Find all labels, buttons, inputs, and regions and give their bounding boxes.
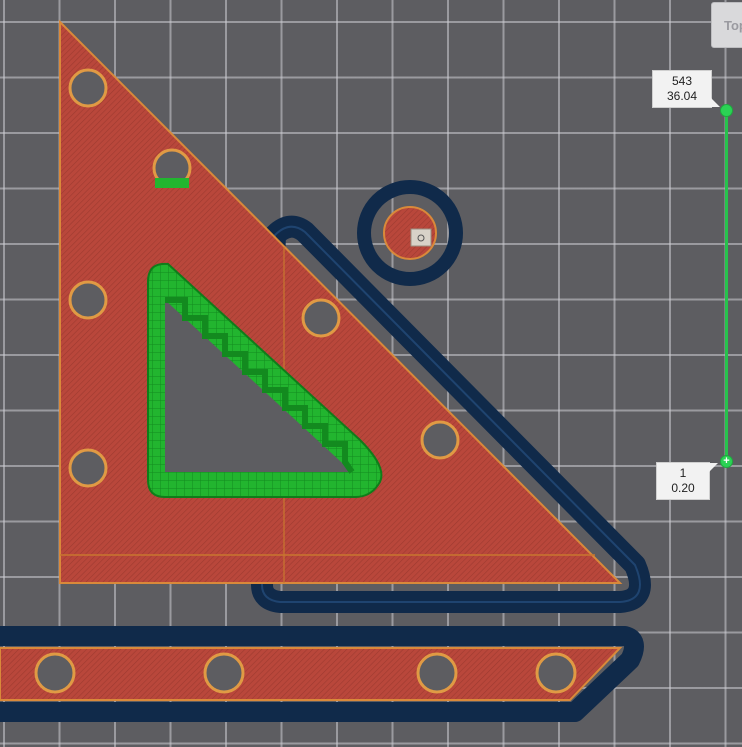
3d-preview-viewport[interactable]: Top + 543 36.04 1 0.20 (0, 0, 742, 747)
bottom-layer-label: 1 0.20 (656, 462, 718, 500)
top-layer-height: 36.04 (666, 89, 698, 103)
sliced-plate-preview[interactable] (0, 0, 742, 747)
layer-slider-top-handle[interactable] (720, 104, 733, 117)
layer-slider-track[interactable] (725, 110, 728, 462)
plus-icon[interactable]: + (720, 455, 733, 468)
triangle-ruler-part (59, 19, 623, 584)
round-part (357, 180, 463, 286)
view-top-button[interactable]: Top (711, 2, 742, 48)
bottom-layer-number: 1 (679, 466, 687, 480)
bar-part (0, 626, 644, 722)
top-layer-label: 543 36.04 (652, 70, 720, 108)
bottom-layer-height: 0.20 (671, 481, 695, 495)
top-layer-number: 543 (671, 74, 693, 88)
